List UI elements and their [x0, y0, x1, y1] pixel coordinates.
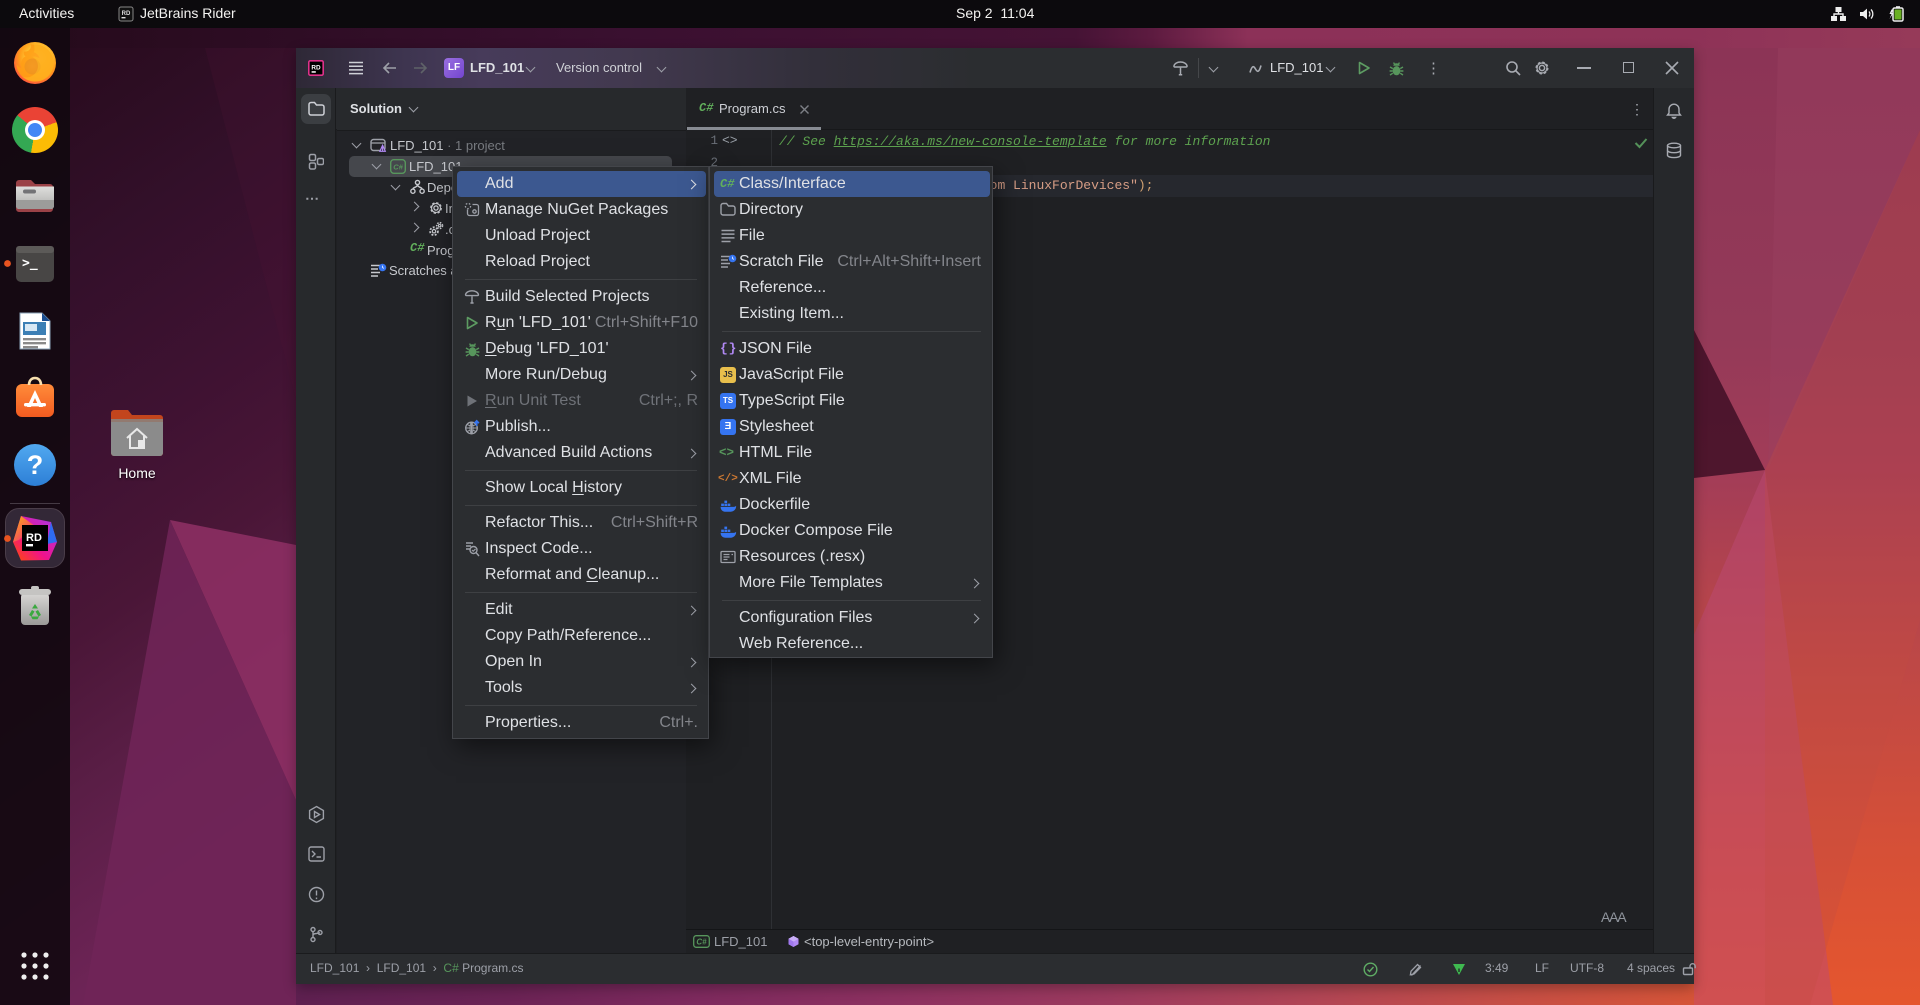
- svg-text:RD: RD: [26, 532, 42, 544]
- svg-text:C#: C#: [696, 938, 707, 947]
- svg-text:>_: >_: [22, 256, 38, 271]
- svg-text:?: ?: [27, 450, 44, 480]
- svg-text:C#: C#: [393, 163, 403, 172]
- svg-text:RD: RD: [122, 11, 131, 17]
- svg-text:RD: RD: [311, 65, 321, 72]
